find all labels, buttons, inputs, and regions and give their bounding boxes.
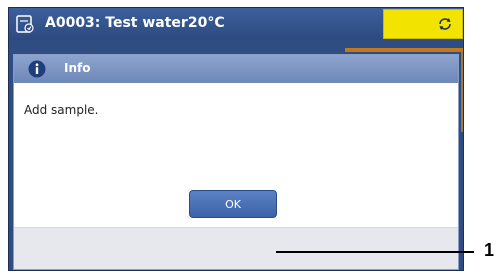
method-doc-icon: [16, 15, 34, 33]
instrument-screen: A0003: Test water20°C Info Add sample. O…: [8, 7, 464, 271]
background-panel-accent: [345, 48, 463, 52]
sync-button[interactable]: [383, 9, 463, 39]
refresh-icon: [439, 18, 451, 30]
dialog-message: Add sample.: [24, 103, 99, 117]
dialog-footer: [14, 227, 458, 269]
title-bar: A0003: Test water20°C: [9, 8, 463, 40]
background-panel-edge: [461, 52, 463, 132]
callout-line: [276, 251, 474, 253]
info-icon: [28, 60, 46, 78]
ok-button[interactable]: OK: [189, 190, 277, 218]
dialog-title: Info: [64, 61, 91, 75]
window-title: A0003: Test water20°C: [45, 15, 225, 31]
callout-label: 1: [484, 240, 495, 260]
info-dialog: Info Add sample.: [13, 54, 459, 270]
dialog-header: Info: [14, 55, 458, 83]
